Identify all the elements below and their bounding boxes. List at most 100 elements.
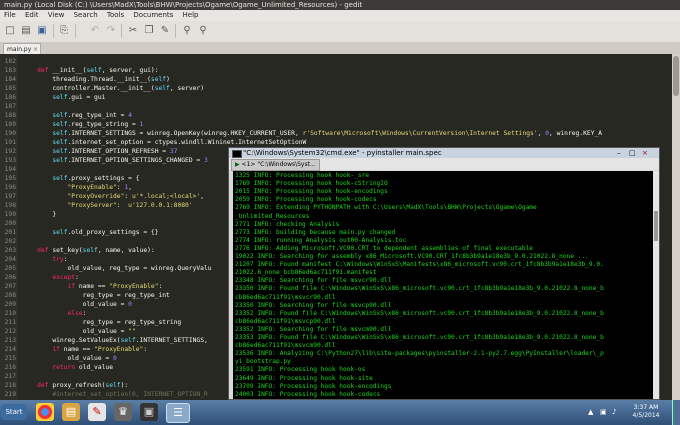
gimp-icon[interactable]: ♛ [114,403,132,421]
console-line: 23536 INFO: Analyzing C:\Python27\lib\si… [235,350,604,358]
line-number: 203 [4,247,16,254]
line-number: 210 [4,310,16,317]
code-text: self.INTERNET_SETTINGS = winreg.OpenKey(… [52,130,603,137]
console-output[interactable]: 1325 INFO: Processing hook hook-_sre 1769… [233,171,653,399]
menu-search[interactable]: Search [74,10,98,21]
find-icon[interactable]: ⚲ [180,24,194,38]
code-text: old_value = "" [22,328,136,335]
line-number: 212 [4,328,16,335]
line-number: 204 [4,256,16,263]
network-icon[interactable]: ▣ [600,408,608,416]
console-line: 2015 INFO: Processing hook hook-encoding… [235,188,388,196]
code-text: controller.Master.__init__(self, server) [22,85,204,92]
code-text: except: [52,274,79,281]
line-number: 187 [4,103,16,110]
editor-scrollbar[interactable] [672,54,680,400]
line-number: 211 [4,319,16,326]
console-line: 2776 INFO: Adding Microsoft.VC90.CRT to … [235,244,534,252]
console-line: 2771 INFO: checking Analysis [235,220,340,228]
window-title: main.py (Local Disk (C:) \Users\MadX\Too… [0,0,680,10]
code-text: "ProxyEnable": 1, [67,184,132,191]
gedit-task-icon[interactable]: ☰ [166,403,190,423]
console-line: 23352 INFO: Found file C:\Windows\WinSxS… [235,309,604,317]
tray-arrow-icon[interactable]: ▲ [588,408,596,416]
find-replace-icon[interactable]: ⚲ [196,24,210,38]
console-line: 23348 INFO: Searching for file msvcr90.d… [235,277,392,285]
cmd-window: "C:\Windows\System32\cmd.exe" - pyinstal… [228,147,660,400]
code-text: #internet_set_option(0, INTERNET_OPTION_… [52,391,208,398]
cut-icon[interactable]: ✂ [126,24,140,38]
redo-icon[interactable]: ↷ [104,24,118,38]
volume-icon[interactable]: ♪ [612,408,620,416]
paint-icon[interactable]: ✎ [88,403,106,421]
copy-icon[interactable]: ❐ [142,24,156,38]
code-line: 187 [0,102,672,111]
line-number: 192 [4,148,16,155]
console-line: cb86ed6ac711f91\msvcr90.dll [235,293,336,301]
print-icon[interactable]: ⎘ [57,24,71,38]
line-number: 194 [4,166,16,173]
clock[interactable]: 3:37 AM 4/5/2014 [628,404,664,422]
console-line: 2769 INFO: Extending PYTHONPATH with C:\… [235,204,537,212]
code-text: old_value = 0 [22,355,117,362]
code-text: return old_value [52,364,114,371]
console-tab-icon: ▶ [235,161,240,168]
console-line: 23709 INFO: Processing hook hook-encodin… [235,382,392,390]
folder-icon[interactable]: ▤ [62,403,80,421]
save-icon[interactable]: ▣ [35,24,49,38]
console-line: 23350 INFO: Searching for file msvcp90.d… [235,301,392,309]
line-number: 208 [4,292,16,299]
code-text: def set_key(self, name, value): [37,247,155,254]
show-desktop-button[interactable] [672,400,680,425]
code-line: 191 self.internet_set_option = ctypes.wi… [0,138,672,147]
undo-icon[interactable]: ↶ [88,24,102,38]
menu-tools[interactable]: Tools [107,10,124,21]
console-scrollbar[interactable] [653,171,659,399]
scrollbar-thumb[interactable] [673,56,679,96]
code-text: self.gui = gui [52,94,106,101]
console-line: cb86ed6ac711f91\msvcm90.dll [235,342,336,350]
code-text: self.internet_set_option = ctypes.windll… [52,139,307,146]
tab-label: main.py [7,46,32,53]
paste-icon[interactable]: ✎ [158,24,172,38]
line-number: 193 [4,157,16,164]
console-line: 19022 INFO: Searching for assembly x86_M… [235,253,589,260]
toolbar-separator [53,24,54,38]
console-tab[interactable]: ▶ <1> "C:\Windows\Syst... [231,159,320,171]
code-text: self.INTERNET_OPTION_REFRESH = 37 [52,148,178,155]
console-line: cb86ed6ac711f91\msvcp90.dll [235,317,336,325]
console-scrollbar-thumb[interactable] [654,211,658,241]
start-button[interactable]: Start [1,404,27,420]
minimize-icon[interactable]: – [617,148,621,158]
cmd-title-text: "C:\Windows\System32\cmd.exe" - pyinstal… [243,149,442,157]
chrome-icon[interactable] [36,403,54,421]
tab-main-py[interactable]: main.py × [3,43,41,54]
menu-help[interactable]: Help [183,10,199,21]
line-number: 201 [4,229,16,236]
code-text: self.reg_type_string = 1 [52,121,144,128]
code-line: 188 self.reg_type_int = 4 [0,111,672,120]
close-icon[interactable]: × [642,148,648,158]
code-line: 183 def __init__(self, server, gui): [0,66,672,75]
code-text: try: [52,256,68,263]
new-document-icon[interactable]: □ [3,24,17,38]
menu-view[interactable]: View [48,10,65,21]
line-number: 183 [4,67,16,74]
console-line: 23649 INFO: Processing hook hook-site [235,374,373,382]
terminal-icon[interactable]: ▣ [140,403,158,421]
console-line: 1769 INFO: Processing hook hook-cStringI… [235,180,388,188]
menu-documents[interactable]: Documents [133,10,173,21]
taskbar: Start ▤ ✎ ♛ ▣ ☰ ▲ ▣ ♪ 3:37 AM 4/5/2014 [0,400,680,425]
line-number: 191 [4,139,16,146]
menu-edit[interactable]: Edit [25,10,39,21]
console-line: 2059 INFO: Processing hook hook-codecs [235,196,377,204]
code-text: old_value = 0 [22,301,132,308]
code-text: "ProxyOverride": u'*.local;<local>', [67,193,205,200]
line-number: 188 [4,112,16,119]
line-number: 190 [4,130,16,137]
open-folder-icon[interactable]: ▤ [19,24,33,38]
line-number: 182 [4,58,16,65]
code-line: 184 threading.Thread.__init__(self) [0,75,672,84]
menu-file[interactable]: File [4,10,16,21]
maximize-icon[interactable]: □ [629,148,636,158]
